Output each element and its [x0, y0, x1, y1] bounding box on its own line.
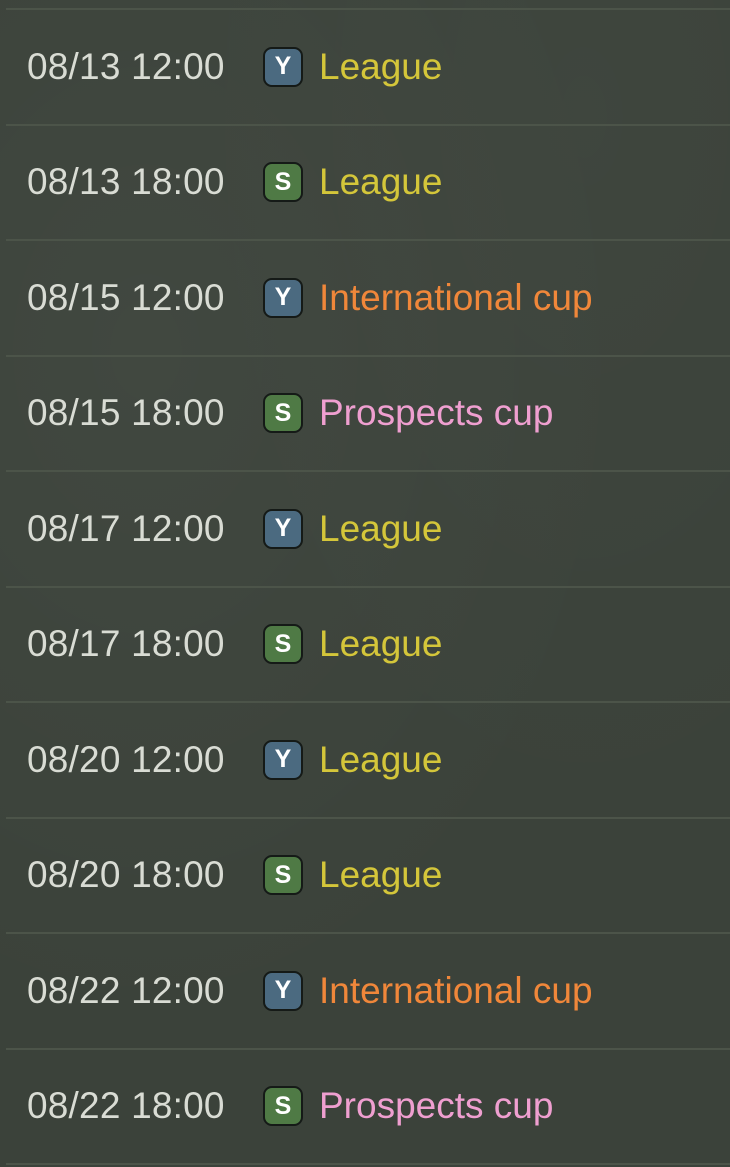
competition-label: League: [319, 507, 443, 549]
competition-label: Prospects cup: [319, 392, 554, 434]
team-badge-s: S: [263, 624, 303, 665]
match-datetime: 08/20 12:00: [27, 738, 225, 780]
competition-label: League: [319, 45, 443, 87]
match-datetime: 08/22 12:00: [27, 969, 225, 1011]
team-badge-y: Y: [263, 46, 303, 87]
match-datetime: 08/15 18:00: [27, 392, 225, 434]
match-row[interactable]: 08/15 18:00 S Prospects cup: [6, 357, 730, 472]
team-badge-y: Y: [263, 970, 303, 1011]
team-badge-y: Y: [263, 739, 303, 780]
match-row[interactable]: 08/20 18:00 S League: [6, 819, 730, 934]
competition-label: Prospects cup: [319, 1085, 554, 1127]
match-datetime: 08/20 18:00: [27, 854, 225, 896]
team-badge-s: S: [263, 162, 303, 203]
competition-label: League: [319, 161, 443, 203]
match-datetime: 08/17 12:00: [27, 507, 225, 549]
match-datetime: 08/17 18:00: [27, 623, 225, 665]
match-row[interactable]: 08/22 12:00 Y International cup: [6, 934, 730, 1050]
match-datetime: 08/13 12:00: [27, 45, 225, 87]
match-row[interactable]: 08/17 18:00 S League: [6, 588, 730, 703]
competition-label: League: [319, 623, 443, 665]
match-row[interactable]: 08/13 12:00 Y League: [6, 10, 730, 126]
competition-label: League: [319, 738, 443, 780]
match-datetime: 08/13 18:00: [27, 161, 225, 203]
match-row[interactable]: 08/20 12:00 Y League: [6, 703, 730, 819]
match-list: 08/13 12:00 Y League 08/13 18:00 S Leagu…: [0, 10, 730, 1165]
match-datetime: 08/22 18:00: [27, 1085, 225, 1127]
match-row[interactable]: 08/13 18:00 S League: [6, 126, 730, 241]
match-row[interactable]: 08/22 18:00 S Prospects cup: [6, 1050, 730, 1165]
team-badge-y: Y: [263, 277, 303, 318]
competition-label: International cup: [319, 969, 593, 1011]
match-datetime: 08/15 12:00: [27, 276, 225, 318]
team-badge-s: S: [263, 1086, 303, 1127]
competition-label: International cup: [319, 276, 593, 318]
team-badge-s: S: [263, 393, 303, 434]
competition-label: League: [319, 854, 443, 896]
match-row[interactable]: 08/17 12:00 Y League: [6, 472, 730, 588]
team-badge-s: S: [263, 855, 303, 896]
match-row[interactable]: 08/15 12:00 Y International cup: [6, 241, 730, 357]
match-schedule: 08/13 12:00 Y League 08/13 18:00 S Leagu…: [0, 0, 730, 1167]
team-badge-y: Y: [263, 508, 303, 549]
